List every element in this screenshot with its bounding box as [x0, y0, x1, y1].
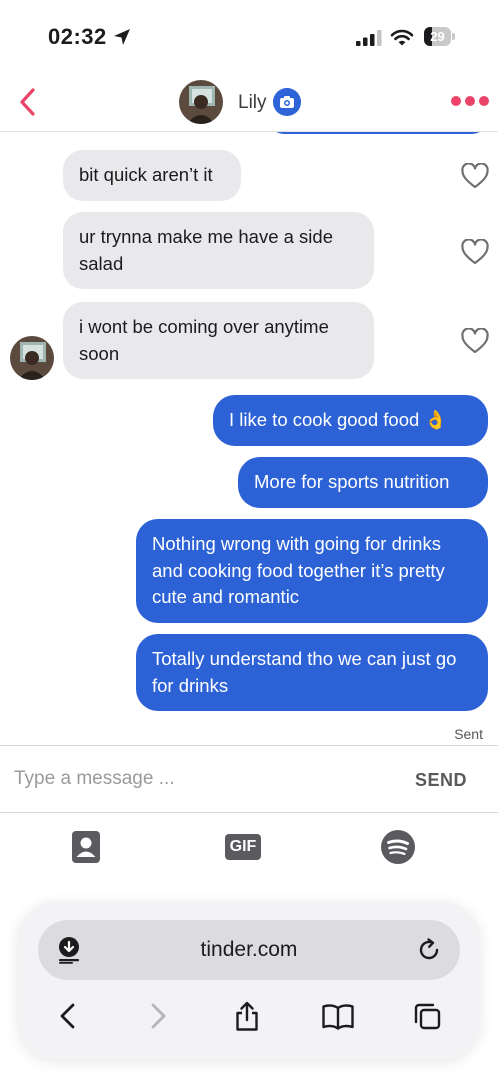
delivery-status: Sent	[454, 726, 483, 742]
incoming-message[interactable]: ur trynna make me have a side salad	[63, 212, 374, 289]
wifi-icon	[390, 29, 414, 46]
message-input[interactable]	[14, 760, 374, 798]
cellular-signal-icon	[356, 30, 382, 46]
send-button[interactable]: SEND	[415, 770, 467, 791]
message-thread[interactable]: bit quick aren’t it ur trynna make me ha…	[0, 132, 498, 745]
previous-message-bubble	[268, 132, 488, 134]
browser-toolbar: tinder.com	[18, 902, 480, 1060]
location-arrow-icon	[114, 29, 130, 45]
status-bar: 02:32 29	[0, 0, 498, 70]
contact-avatar[interactable]	[179, 80, 223, 124]
status-time: 02:32	[48, 24, 107, 49]
bookmarks-icon[interactable]	[321, 1000, 355, 1032]
outgoing-message[interactable]: I like to cook good food 👌	[213, 395, 488, 446]
heart-like-icon[interactable]	[461, 239, 489, 265]
gif-button[interactable]: GIF	[224, 829, 262, 865]
url-text: tinder.com	[200, 938, 298, 961]
spotify-icon[interactable]	[380, 829, 416, 865]
heart-like-icon[interactable]	[461, 163, 489, 189]
heart-like-icon[interactable]	[461, 328, 489, 354]
contact-name[interactable]: Lily	[238, 92, 267, 114]
share-icon[interactable]	[232, 1000, 262, 1032]
more-dots-icon[interactable]	[450, 92, 490, 110]
back-icon[interactable]	[53, 1000, 83, 1032]
address-bar[interactable]: tinder.com	[38, 920, 460, 980]
attachment-bar: GIF	[0, 813, 498, 883]
sender-avatar[interactable]	[10, 336, 54, 380]
contact-card-icon[interactable]	[68, 829, 104, 865]
outgoing-message[interactable]: Totally understand tho we can just go fo…	[136, 634, 488, 711]
message-composer: SEND	[0, 745, 498, 813]
tabs-icon[interactable]	[412, 1000, 442, 1032]
back-chevron-icon[interactable]	[14, 86, 42, 118]
verified-camera-icon[interactable]	[273, 88, 301, 116]
battery-level: 29	[430, 29, 445, 44]
outgoing-message[interactable]: Nothing wrong with going for drinks and …	[136, 519, 488, 623]
outgoing-message[interactable]: More for sports nutrition	[238, 457, 488, 508]
incoming-message[interactable]: i wont be coming over anytime soon	[63, 302, 374, 379]
chat-header: Lily	[0, 70, 498, 132]
battery-icon: 29	[424, 27, 455, 46]
incoming-message[interactable]: bit quick aren’t it	[63, 150, 241, 201]
gif-label: GIF	[229, 838, 257, 855]
reload-icon[interactable]	[416, 937, 442, 963]
forward-icon[interactable]	[143, 1000, 173, 1032]
